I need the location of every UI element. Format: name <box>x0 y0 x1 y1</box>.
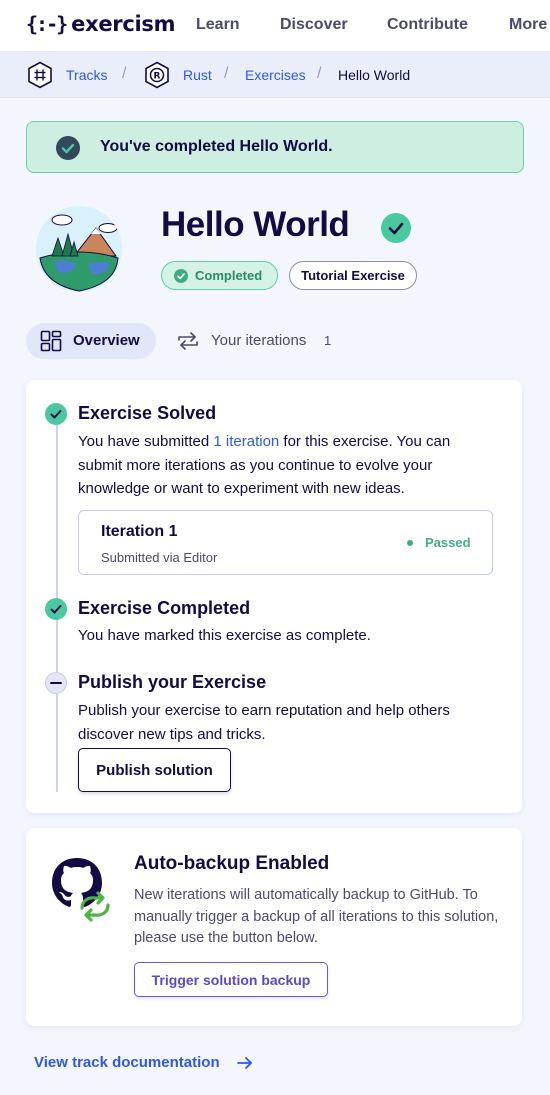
trigger-backup-button[interactable]: Trigger solution backup <box>134 962 328 997</box>
view-track-documentation-link[interactable]: View track documentation <box>34 1054 220 1071</box>
breadcrumb-rust[interactable]: Rust <box>183 67 212 83</box>
publish-solution-button[interactable]: Publish solution <box>78 748 231 792</box>
nav-learn[interactable]: Learn <box>196 16 240 34</box>
tab-overview-label: Overview <box>73 332 140 349</box>
check-icon <box>381 213 411 243</box>
iteration-card[interactable]: Iteration 1 Submitted via Editor Passed <box>78 510 493 575</box>
step-completed-title: Exercise Completed <box>78 598 251 618</box>
rust-hex-icon: R <box>145 61 169 89</box>
breadcrumb-separator: / <box>224 65 229 82</box>
logo-mark: {:-} <box>26 12 68 36</box>
iterations-icon <box>178 332 198 350</box>
top-navbar: {:-} exercism Learn Discover Contribute … <box>0 0 550 52</box>
nav-more[interactable]: More <box>509 16 547 34</box>
exercism-logo[interactable]: {:-} exercism <box>26 12 175 36</box>
backup-title: Auto-backup Enabled <box>134 853 330 874</box>
tab-iterations-label: Your iterations <box>211 332 307 349</box>
overview-grid-icon <box>40 330 62 352</box>
breadcrumb: Tracks / R Rust / Exercises / Hello Worl… <box>0 52 550 98</box>
github-icon <box>52 858 110 922</box>
svg-text:R: R <box>154 72 161 82</box>
completed-badge-label: Completed <box>195 268 263 283</box>
step-completed-text: You have marked this exercise as complet… <box>78 627 371 644</box>
breadcrumb-tracks[interactable]: Tracks <box>66 67 107 83</box>
logo-text: exercism <box>71 12 176 36</box>
check-icon <box>45 403 67 425</box>
tutorial-badge: Tutorial Exercise <box>289 261 417 290</box>
arrow-right-icon[interactable] <box>236 1054 254 1072</box>
iteration-subtitle: Submitted via Editor <box>101 550 218 565</box>
tutorial-badge-label: Tutorial Exercise <box>301 268 405 283</box>
tab-iterations[interactable]: Your iterations 1 <box>172 323 342 359</box>
status-badge: Passed <box>425 535 471 550</box>
minus-icon <box>45 672 67 694</box>
banner-text: You've completed Hello World. <box>100 138 333 155</box>
iterations-link[interactable]: 1 iteration <box>213 433 279 450</box>
step-publish-text: Publish your exercise to earn reputation… <box>78 702 450 743</box>
page-title: Hello World <box>161 205 350 244</box>
completed-badge: Completed <box>161 261 278 290</box>
step-publish-title: Publish your Exercise <box>78 672 267 692</box>
breadcrumb-current: Hello World <box>338 67 411 83</box>
check-icon <box>56 136 80 160</box>
tracks-hex-icon <box>28 61 52 89</box>
backup-text: New iterations will automatically backup… <box>134 887 499 946</box>
breadcrumb-separator: / <box>317 65 322 82</box>
check-icon <box>174 269 188 283</box>
step-solved-text-part: You have submitted <box>78 433 214 450</box>
step-solved-title: Exercise Solved <box>78 403 217 423</box>
step-solved-text: You have submitted 1 iteration for this … <box>78 430 498 501</box>
completion-banner: You've completed Hello World. <box>26 121 524 173</box>
tab-overview[interactable]: Overview <box>26 323 156 359</box>
check-icon <box>45 598 67 620</box>
breadcrumb-exercises[interactable]: Exercises <box>245 67 306 83</box>
status-dot <box>407 540 413 546</box>
breadcrumb-separator: / <box>122 65 127 82</box>
nav-discover[interactable]: Discover <box>280 16 348 34</box>
iterations-count: 1 <box>324 333 332 348</box>
exercise-icon <box>36 206 122 292</box>
nav-contribute[interactable]: Contribute <box>387 16 468 34</box>
iteration-name: Iteration 1 <box>101 523 178 540</box>
